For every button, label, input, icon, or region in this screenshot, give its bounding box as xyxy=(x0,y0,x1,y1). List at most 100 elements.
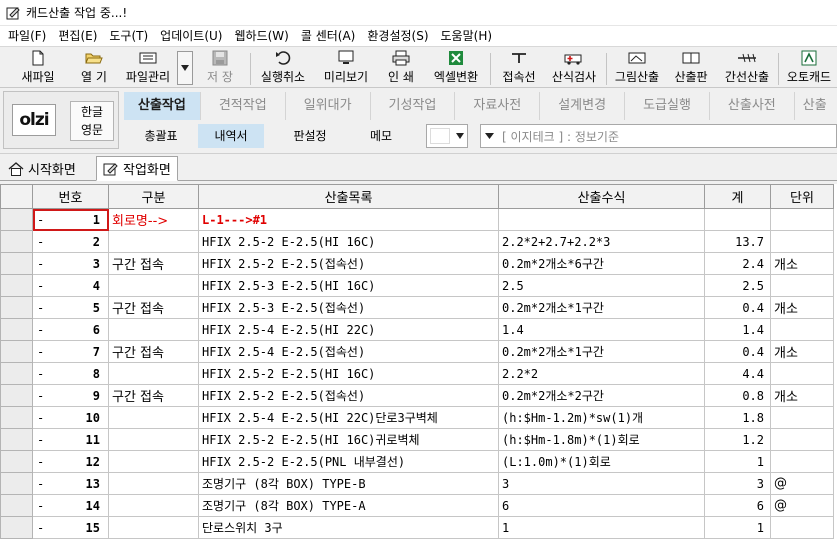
row-total[interactable]: 1.4 xyxy=(704,318,771,341)
menu-settings[interactable]: 환경설정(S) xyxy=(361,26,434,46)
row-item[interactable]: HFIX 2.5-4 E-2.5(접속선) xyxy=(198,340,499,363)
row-selector[interactable] xyxy=(0,472,33,495)
row-marker[interactable]: -8 xyxy=(32,362,109,385)
table-row[interactable]: -15 단로스위치 3구 1 1 xyxy=(0,516,834,539)
save-button[interactable]: 저 장 xyxy=(198,49,242,87)
tab-calc-dictionary[interactable]: 산출사전 xyxy=(710,92,795,120)
file-manage-dropdown[interactable] xyxy=(177,51,193,85)
row-total[interactable]: 0.8 xyxy=(704,384,771,407)
row-selector[interactable] xyxy=(0,406,33,429)
row-marker[interactable]: - 15 xyxy=(32,516,109,539)
row-unit[interactable] xyxy=(770,318,834,341)
calc-board-button[interactable]: 산출판 xyxy=(668,49,714,87)
row-unit[interactable] xyxy=(770,516,834,539)
row-selector[interactable] xyxy=(0,340,33,363)
row-category[interactable]: 구간 접속 xyxy=(108,384,199,407)
trunk-calc-button[interactable]: 간선산출 xyxy=(720,49,774,87)
open-button[interactable]: 열 기 xyxy=(68,49,120,87)
row-unit[interactable]: @ xyxy=(770,494,834,517)
row-item[interactable]: HFIX 2.5-4 E-2.5(HI 22C)단로3구벽체 xyxy=(198,406,499,429)
row-unit[interactable] xyxy=(770,230,834,253)
header-formula[interactable]: 산출수식 xyxy=(498,184,705,209)
row-formula[interactable] xyxy=(498,208,705,231)
row-marker[interactable]: -6 xyxy=(32,318,109,341)
row-formula[interactable]: 1.4 xyxy=(498,318,705,341)
row-marker[interactable]: -2 xyxy=(32,230,109,253)
menu-edit[interactable]: 편집(E) xyxy=(52,26,103,46)
panel-setting-tab[interactable]: 판설정 xyxy=(264,124,356,148)
doc-tab-home[interactable]: 시작화면 xyxy=(2,156,82,181)
row-total[interactable]: 6 xyxy=(704,494,771,517)
row-category[interactable] xyxy=(108,230,199,253)
row-selector[interactable] xyxy=(0,450,33,473)
table-row[interactable]: -8 HFIX 2.5-2 E-2.5(HI 16C) 2.2*2 4.4 xyxy=(0,362,834,385)
row-unit[interactable]: @ xyxy=(770,472,834,495)
tab-contract-execution[interactable]: 도급실행 xyxy=(625,92,710,120)
tab-data-dictionary[interactable]: 자료사전 xyxy=(455,92,541,120)
row-formula[interactable]: 0.2m*2개소*6구간 xyxy=(498,252,705,275)
header-unit[interactable]: 단위 xyxy=(770,184,834,209)
summary-tab[interactable]: 총괄표 xyxy=(124,124,198,148)
row-item[interactable]: HFIX 2.5-2 E-2.5(PNL 내부결선) xyxy=(198,450,499,473)
row-marker[interactable]: - 11 xyxy=(32,428,109,451)
table-row[interactable]: -6 HFIX 2.5-4 E-2.5(HI 22C) 1.4 1.4 xyxy=(0,318,834,341)
table-row[interactable]: - 12 HFIX 2.5-2 E-2.5(PNL 내부결선) (L:1.0m)*(1… xyxy=(0,450,834,473)
row-selector[interactable] xyxy=(0,362,33,385)
row-formula[interactable]: 3 xyxy=(498,472,705,495)
menu-call-center[interactable]: 콜 센터(A) xyxy=(295,26,362,46)
row-item[interactable]: HFIX 2.5-2 E-2.5(HI 16C) xyxy=(198,362,499,385)
row-unit[interactable]: 개소 xyxy=(770,252,834,275)
menu-tools[interactable]: 도구(T) xyxy=(103,26,154,46)
row-marker[interactable]: -9 xyxy=(32,384,109,407)
row-total[interactable]: 0.4 xyxy=(704,296,771,319)
menu-webhard[interactable]: 웹하드(W) xyxy=(228,26,294,46)
header-category[interactable]: 구분 xyxy=(108,184,199,209)
row-item[interactable]: 단로스위치 3구 xyxy=(198,516,499,539)
row-category[interactable]: 구간 접속 xyxy=(108,296,199,319)
menu-file[interactable]: 파일(F) xyxy=(2,26,52,46)
row-category[interactable] xyxy=(108,472,199,495)
row-formula[interactable]: 1 xyxy=(498,516,705,539)
row-marker[interactable]: -4 xyxy=(32,274,109,297)
row-unit[interactable] xyxy=(770,362,834,385)
doc-tab-work[interactable]: 작업화면 xyxy=(96,156,178,181)
row-formula[interactable]: 0.2m*2개소*2구간 xyxy=(498,384,705,407)
row-formula[interactable]: (h:$Hm-1.2m)*sw(1)개 xyxy=(498,406,705,429)
row-item[interactable]: HFIX 2.5-3 E-2.5(HI 16C) xyxy=(198,274,499,297)
row-selector[interactable] xyxy=(0,494,33,517)
picture-calc-button[interactable]: 그림산출 xyxy=(610,49,664,87)
row-item[interactable]: 조명기구 (8각 BOX) TYPE-B xyxy=(198,472,499,495)
row-selector[interactable] xyxy=(0,230,33,253)
row-unit[interactable]: 개소 xyxy=(770,296,834,319)
row-category[interactable] xyxy=(108,318,199,341)
row-unit[interactable] xyxy=(770,274,834,297)
row-item[interactable]: 조명기구 (8각 BOX) TYPE-A xyxy=(198,494,499,517)
print-button[interactable]: 인 쇄 xyxy=(380,49,422,87)
file-manage-button[interactable]: 파일관리 xyxy=(120,49,176,87)
tab-estimate-work[interactable]: 견적작업 xyxy=(201,92,286,120)
row-marker[interactable]: - 14 xyxy=(32,494,109,517)
row-category[interactable]: 구간 접속 xyxy=(108,340,199,363)
row-total[interactable]: 1.2 xyxy=(704,428,771,451)
new-file-button[interactable]: 새파일 xyxy=(10,49,66,87)
row-selector[interactable] xyxy=(0,318,33,341)
row-unit[interactable] xyxy=(770,208,834,231)
autocad-button[interactable]: 오토캐드 xyxy=(782,49,836,87)
row-unit[interactable]: 개소 xyxy=(770,340,834,363)
table-row[interactable]: -1 회로명--> L-1--->#1 xyxy=(0,208,834,231)
excel-convert-button[interactable]: 엑셀변환 xyxy=(428,49,484,87)
row-category[interactable] xyxy=(108,274,199,297)
row-category[interactable] xyxy=(108,362,199,385)
preview-button[interactable]: 미리보기 xyxy=(316,49,376,87)
row-total[interactable]: 1.8 xyxy=(704,406,771,429)
row-marker[interactable]: -7 xyxy=(32,340,109,363)
row-marker[interactable]: -5 xyxy=(32,296,109,319)
details-tab[interactable]: 내역서 xyxy=(198,124,264,148)
table-row[interactable]: -5 구간 접속 HFIX 2.5-3 E-2.5(접속선) 0.2m*2개소*1구간… xyxy=(0,296,834,319)
row-marker[interactable]: - 12 xyxy=(32,450,109,473)
row-formula[interactable]: 2.5 xyxy=(498,274,705,297)
row-category[interactable] xyxy=(108,406,199,429)
header-item[interactable]: 산출목록 xyxy=(198,184,499,209)
row-unit[interactable] xyxy=(770,450,834,473)
row-selector[interactable] xyxy=(0,274,33,297)
